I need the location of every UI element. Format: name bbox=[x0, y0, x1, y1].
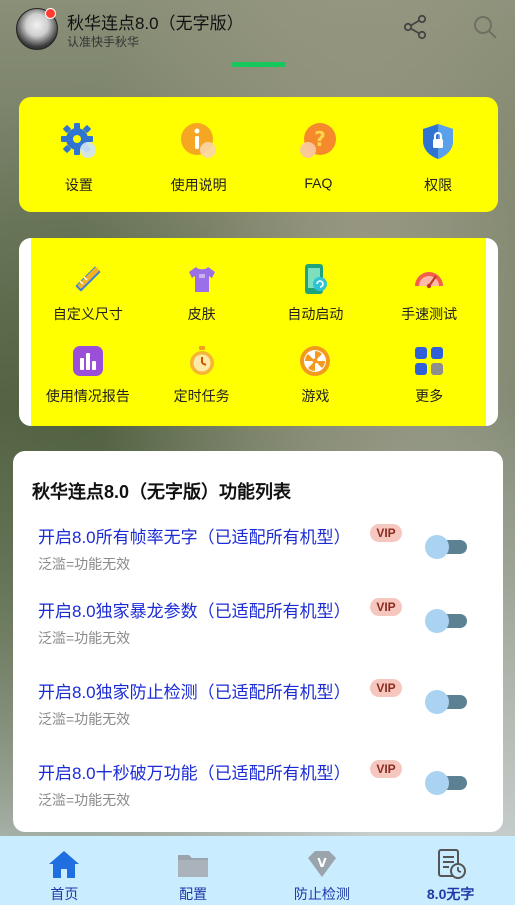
tool-speed-test[interactable]: 手速测试 bbox=[372, 262, 486, 344]
tool-label: 手速测试 bbox=[401, 306, 458, 322]
nav-anti-detection[interactable]: V 防止检测 bbox=[258, 836, 387, 905]
feature-row: 开启8.0十秒破万功能（已适配所有机型） VIP 泛滥=功能无效 bbox=[13, 759, 503, 829]
nav-label: 配置 bbox=[179, 886, 208, 902]
feature-list-card: 秋华连点8.0（无字版）功能列表 开启8.0所有帧率无字（已适配所有机型） VI… bbox=[13, 451, 503, 832]
tool-label: 自动启动 bbox=[287, 306, 344, 322]
svg-text:V: V bbox=[317, 856, 327, 870]
grid-more-icon bbox=[415, 347, 444, 375]
clock-document-icon bbox=[437, 849, 466, 879]
feature-subtitle: 泛滥=功能无效 bbox=[38, 792, 131, 808]
app-subtitle: 认准快手秋华 bbox=[67, 35, 140, 49]
quick-action-instructions[interactable]: 使用说明 bbox=[144, 121, 254, 195]
feature-row: 开启8.0独家防止检测（已适配所有机型） VIP 泛滥=功能无效 bbox=[13, 678, 503, 748]
quick-action-label: 使用说明 bbox=[170, 177, 227, 193]
tool-label: 自定义尺寸 bbox=[52, 306, 123, 322]
app-title: 秋华连点8.0（无字版） bbox=[67, 14, 244, 33]
feature-subtitle: 泛滥=功能无效 bbox=[38, 556, 131, 572]
feature-title: 开启8.0所有帧率无字（已适配所有机型） bbox=[38, 528, 351, 547]
feature-subtitle: 泛滥=功能无效 bbox=[38, 630, 131, 646]
game-wheel-icon bbox=[300, 346, 331, 376]
gear-icon bbox=[60, 123, 96, 158]
shirt-icon bbox=[188, 267, 215, 292]
info-icon bbox=[180, 123, 216, 158]
toggle-knob bbox=[425, 690, 449, 714]
quick-actions-card: 设置 使用说明 ? FAQ 权限 bbox=[19, 97, 498, 212]
nav-no-text[interactable]: 8.0无字 bbox=[386, 836, 515, 905]
tool-skin[interactable]: 皮肤 bbox=[145, 262, 259, 344]
shield-lock-icon bbox=[423, 124, 454, 159]
share-icon[interactable] bbox=[400, 12, 430, 42]
feature-toggle[interactable] bbox=[425, 533, 469, 561]
tool-label: 游戏 bbox=[301, 388, 330, 404]
question-icon: ? bbox=[300, 123, 337, 158]
header: 秋华连点8.0（无字版） 认准快手秋华 bbox=[0, 0, 515, 60]
nav-home[interactable]: 首页 bbox=[0, 836, 129, 905]
quick-action-label: FAQ bbox=[304, 175, 333, 191]
nav-label: 防止检测 bbox=[293, 886, 350, 902]
feature-toggle[interactable] bbox=[425, 607, 469, 635]
folder-icon bbox=[178, 855, 209, 877]
stopwatch-icon bbox=[189, 346, 214, 375]
feature-title: 开启8.0独家防止检测（已适配所有机型） bbox=[38, 683, 351, 702]
phone-auto-icon bbox=[305, 264, 328, 294]
tool-label: 定时任务 bbox=[173, 388, 230, 404]
refresh-indicator bbox=[231, 62, 286, 67]
feature-title: 开启8.0十秒破万功能（已适配所有机型） bbox=[38, 764, 351, 783]
tool-custom-size[interactable]: 自定义尺寸 bbox=[31, 262, 145, 344]
quick-action-settings[interactable]: 设置 bbox=[24, 121, 134, 195]
tool-more[interactable]: 更多 bbox=[372, 344, 486, 426]
feature-list-title: 秋华连点8.0（无字版）功能列表 bbox=[32, 482, 292, 502]
feature-row: 开启8.0所有帧率无字（已适配所有机型） VIP 泛滥=功能无效 bbox=[13, 523, 503, 593]
nav-config[interactable]: 配置 bbox=[129, 836, 258, 905]
tool-label: 使用情况报告 bbox=[45, 388, 130, 404]
bar-chart-icon bbox=[72, 346, 103, 376]
tool-label: 皮肤 bbox=[187, 306, 216, 322]
diamond-v-icon: V bbox=[307, 851, 336, 877]
feature-subtitle: 泛滥=功能无效 bbox=[38, 711, 131, 727]
svg-text:?: ? bbox=[315, 127, 327, 151]
speedometer-icon bbox=[415, 272, 444, 289]
feature-toggle[interactable] bbox=[425, 769, 469, 797]
toggle-knob bbox=[425, 771, 449, 795]
feature-toggle[interactable] bbox=[425, 688, 469, 716]
vip-badge: VIP bbox=[370, 524, 402, 542]
tool-scheduled-task[interactable]: 定时任务 bbox=[145, 344, 259, 426]
toggle-knob bbox=[425, 609, 449, 633]
home-icon bbox=[49, 851, 80, 878]
quick-action-permissions[interactable]: 权限 bbox=[383, 121, 493, 195]
quick-action-label: 设置 bbox=[64, 177, 93, 193]
tool-usage-report[interactable]: 使用情况报告 bbox=[31, 344, 145, 426]
ruler-pencil-icon bbox=[75, 266, 101, 292]
notification-dot bbox=[45, 8, 56, 19]
nav-label: 8.0无字 bbox=[426, 886, 475, 902]
toggle-knob bbox=[425, 535, 449, 559]
feature-title: 开启8.0独家暴龙参数（已适配所有机型） bbox=[38, 602, 351, 621]
tool-label: 更多 bbox=[415, 388, 444, 404]
quick-action-label: 权限 bbox=[424, 177, 453, 193]
tool-auto-start[interactable]: 自动启动 bbox=[259, 262, 373, 344]
feature-row: 开启8.0独家暴龙参数（已适配所有机型） VIP 泛滥=功能无效 bbox=[13, 597, 503, 667]
tool-game[interactable]: 游戏 bbox=[259, 344, 373, 426]
vip-badge: VIP bbox=[370, 760, 402, 778]
nav-label: 首页 bbox=[50, 886, 79, 902]
tools-grid: 自定义尺寸 皮肤 自动启动 手速测试 使用情况报告 定时任务 游戏 更多 bbox=[31, 238, 486, 426]
vip-badge: VIP bbox=[370, 679, 402, 697]
quick-action-faq[interactable]: ? FAQ bbox=[263, 121, 373, 191]
vip-badge: VIP bbox=[370, 598, 402, 616]
bottom-nav: 首页 配置 V 防止检测 8.0无字 bbox=[0, 836, 515, 905]
search-icon[interactable] bbox=[470, 12, 500, 42]
